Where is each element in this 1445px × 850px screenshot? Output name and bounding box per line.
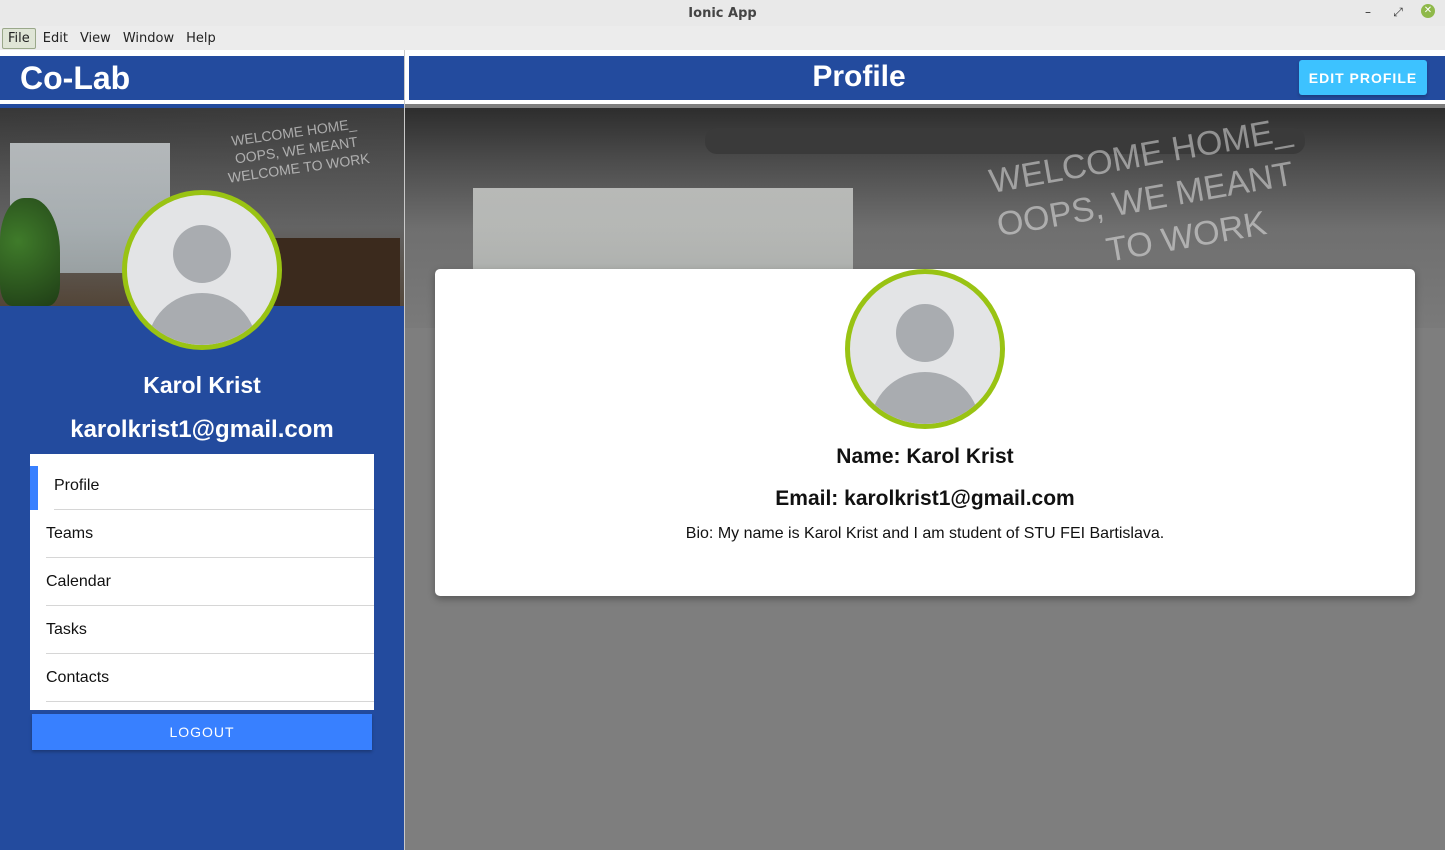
nav-item-label: Contacts [46,669,110,686]
nav-item-contacts[interactable]: Contacts [30,654,374,702]
logout-button[interactable]: LOGOUT [32,714,372,750]
nav-item-label: Calendar [46,573,111,590]
nav-item-label: Teams [46,525,94,542]
avatar-head-icon [173,225,231,283]
edit-profile-button[interactable]: EDIT PROFILE [1299,60,1427,95]
cover-neon-sign: WELCOME HOME_ OOPS, WE MEANT WELCOME TO … [227,115,371,186]
page-title: Profile [812,60,906,93]
app-title: Co-Lab [20,60,131,96]
profile-email: Email: karolkrist1@gmail.com [775,487,1075,510]
menubar: File Edit View Window Help [0,26,1445,50]
sidebar-user-name: Karol Krist [143,372,261,398]
nav-item-profile[interactable]: Profile [30,462,374,510]
menu-window[interactable]: Window [118,29,179,48]
minimize-icon[interactable]: – [1361,4,1375,20]
menu-file[interactable]: File [2,27,36,49]
profile-card: Name: Karol Krist Email: karolkrist1@gma… [435,269,1415,596]
sidebar-header: Co-Lab [0,56,404,104]
avatar-head-icon [896,304,954,362]
avatar-body-icon [870,372,980,424]
nav-item-calendar[interactable]: Calendar [30,558,374,606]
sidebar-user-email: karolkrist1@gmail.com [70,416,334,443]
main-header: Profile EDIT PROFILE [409,56,1445,104]
menu-help[interactable]: Help [181,29,221,48]
avatar-body-icon [147,293,257,345]
sidebar-avatar [122,190,282,350]
nav-item-teams[interactable]: Teams [30,510,374,558]
maximize-icon[interactable]: ⤢ [1391,4,1405,20]
profile-bio: Bio: My name is Karol Krist and I am stu… [685,525,1165,542]
nav-list: Profile Teams Calendar Tasks Contacts [30,454,374,710]
profile-avatar [845,269,1005,429]
sidebar: Co-Lab WELCOME HOME_ OOPS, WE MEANT WELC… [0,50,404,850]
window-title: Ionic App [688,5,757,21]
main-content: Profile EDIT PROFILE WELCOME HOME_ OOPS,… [405,50,1445,850]
window-titlebar: Ionic App – ⤢ ✕ [0,0,1445,27]
close-icon[interactable]: ✕ [1421,4,1435,18]
nav-item-tasks[interactable]: Tasks [30,606,374,654]
nav-item-label: Tasks [46,621,87,638]
profile-name: Name: Karol Krist [836,445,1014,468]
cover-shelf [270,238,400,306]
cover-plant [0,198,60,306]
menu-edit[interactable]: Edit [38,29,73,48]
nav-item-label: Profile [54,477,100,494]
menu-view[interactable]: View [75,29,116,48]
